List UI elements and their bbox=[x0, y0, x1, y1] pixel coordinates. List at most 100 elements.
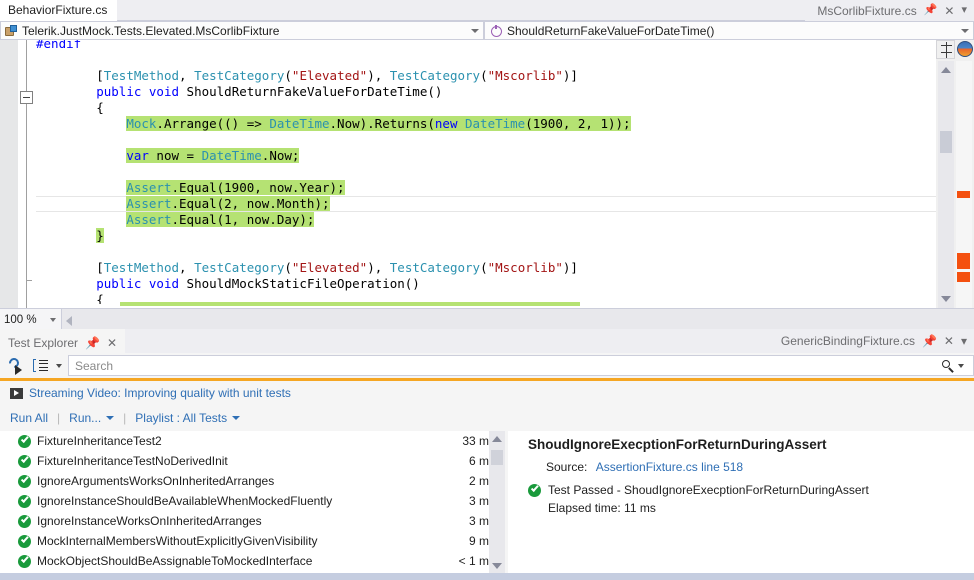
fold-collapse-button[interactable] bbox=[20, 91, 33, 104]
scroll-down-icon[interactable] bbox=[941, 296, 951, 302]
editor-fold-margin[interactable] bbox=[18, 40, 36, 308]
annotation-mark[interactable] bbox=[957, 253, 970, 269]
code-line: { bbox=[36, 100, 936, 116]
code-token: void bbox=[148, 276, 180, 291]
code-token: ShouldMockStaticFileOperation() bbox=[179, 276, 420, 291]
code-token: )] bbox=[562, 260, 578, 275]
test-results-list[interactable]: FixtureInheritanceTest2 33 ms FixtureInher… bbox=[0, 431, 505, 574]
code-token: ), bbox=[367, 68, 390, 83]
code-editor[interactable]: #endif [TestMethod, TestCategory("Elevat… bbox=[0, 40, 974, 308]
code-token: "Mscorlib" bbox=[487, 68, 563, 83]
run-button[interactable]: Run... bbox=[69, 411, 101, 425]
tab-test-explorer[interactable]: Test Explorer 📌 ✕ bbox=[0, 329, 126, 353]
search-input[interactable]: Search bbox=[68, 355, 974, 376]
member-scope-dropdown[interactable]: ShouldReturnFakeValueForDateTime() bbox=[484, 21, 974, 40]
editor-annotation-bar[interactable] bbox=[956, 61, 972, 308]
run-tests-icon[interactable] bbox=[6, 355, 28, 375]
annotation-mark[interactable] bbox=[957, 191, 970, 198]
code-line: Assert.Equal(1900, now.Year); bbox=[36, 180, 936, 196]
zoom-level-dropdown[interactable]: 100 % bbox=[0, 309, 62, 330]
code-token: [ bbox=[96, 260, 104, 275]
code-token: .Equal(1, now.Day); bbox=[171, 212, 315, 227]
annotation-mark[interactable] bbox=[957, 272, 970, 282]
group-by-chevron-down-icon[interactable] bbox=[56, 363, 62, 368]
pin-icon[interactable]: 📌 bbox=[924, 5, 938, 16]
search-icon[interactable] bbox=[941, 359, 955, 373]
editor-tab-behaviorfixture[interactable]: BehaviorFixture.cs bbox=[0, 0, 118, 21]
code-token: ( bbox=[480, 68, 488, 83]
detail-elapsed-text: Elapsed time: 11 ms bbox=[548, 501, 656, 515]
tab-generic-binding-fixture[interactable]: GenericBindingFixture.cs 📌 ✕ ▾ bbox=[774, 329, 974, 353]
code-token: { bbox=[96, 292, 104, 304]
promo-banner[interactable]: Streaming Video: Improving quality with … bbox=[0, 381, 974, 405]
group-by-icon[interactable] bbox=[32, 358, 52, 374]
search-chevron-down-icon[interactable] bbox=[958, 363, 964, 368]
chevron-down-icon[interactable]: ▾ bbox=[961, 334, 967, 348]
code-token: [ bbox=[96, 68, 104, 83]
code-token: DateTime bbox=[201, 148, 262, 163]
chevron-down-icon[interactable] bbox=[471, 28, 479, 33]
run-all-button[interactable]: Run All bbox=[10, 411, 48, 425]
code-token: .Now; bbox=[261, 148, 300, 163]
member-scope-label: ShouldReturnFakeValueForDateTime() bbox=[507, 23, 715, 38]
scroll-down-icon[interactable] bbox=[492, 563, 502, 569]
test-list-item[interactable]: FixtureInheritanceTestNoDerivedInit 6 ms bbox=[0, 451, 505, 471]
chevron-down-icon[interactable] bbox=[961, 28, 969, 33]
code-text[interactable]: #endif [TestMethod, TestCategory("Elevat… bbox=[36, 40, 936, 304]
passed-icon bbox=[18, 534, 31, 548]
passed-icon bbox=[18, 514, 31, 528]
code-token: ShouldReturnFakeValueForDateTime() bbox=[179, 84, 443, 99]
test-list-item[interactable]: FixtureInheritanceTest2 33 ms bbox=[0, 431, 505, 451]
code-token: "Elevated" bbox=[291, 260, 368, 275]
visual-studio-orb-icon[interactable] bbox=[957, 41, 973, 57]
detail-source-link[interactable]: AssertionFixture.cs line 518 bbox=[596, 460, 743, 474]
run-chevron-down-icon[interactable] bbox=[106, 416, 115, 420]
test-explorer-toolbar: Search bbox=[0, 353, 974, 378]
close-icon[interactable]: ✕ bbox=[944, 334, 954, 348]
editor-tab-mscorlibfixture[interactable]: MsCorlibFixture.cs 📌 ✕ ▾ bbox=[805, 0, 974, 21]
pin-icon[interactable]: 📌 bbox=[922, 334, 937, 348]
test-list-scrollbar[interactable] bbox=[489, 431, 505, 574]
separator: | bbox=[123, 411, 127, 425]
editor-tab-strip: BehaviorFixture.cs MsCorlibFixture.cs 📌 … bbox=[0, 0, 974, 21]
test-list-item[interactable]: IgnoreInstanceShouldBeAvailableWhenMocke… bbox=[0, 491, 505, 511]
playlist-chevron-down-icon[interactable] bbox=[232, 416, 241, 420]
code-token: .Equal(1900, now.Year); bbox=[171, 180, 345, 195]
code-token: Assert bbox=[126, 212, 172, 227]
code-token: TestMethod bbox=[103, 260, 180, 275]
passed-icon bbox=[18, 554, 31, 568]
code-line: #endif bbox=[36, 40, 936, 52]
close-icon[interactable]: ✕ bbox=[944, 5, 954, 17]
test-list-item[interactable]: MockObjectShouldBeAssignableToMockedInte… bbox=[0, 551, 505, 571]
chevron-down-icon[interactable] bbox=[50, 317, 56, 322]
type-scope-dropdown[interactable]: Telerik.JustMock.Tests.Elevated.MsCorlib… bbox=[0, 21, 484, 40]
chevron-down-icon[interactable]: ▾ bbox=[961, 5, 967, 16]
code-token: #endif bbox=[36, 40, 82, 51]
pin-icon[interactable]: 📌 bbox=[85, 336, 100, 350]
test-list-item[interactable]: IgnoreArgumentsWorksOnInheritedArranges 2… bbox=[0, 471, 505, 491]
scroll-up-icon[interactable] bbox=[941, 67, 951, 73]
scroll-up-icon[interactable] bbox=[492, 436, 502, 442]
editor-vertical-scrollbar[interactable] bbox=[938, 61, 954, 308]
code-token: , bbox=[179, 260, 195, 275]
scrollbar-thumb[interactable] bbox=[940, 131, 952, 153]
test-name: IgnoreInstanceShouldBeAvailableWhenMocke… bbox=[37, 494, 333, 508]
promo-link[interactable]: Streaming Video: Improving quality with … bbox=[29, 386, 291, 400]
split-editor-icon[interactable] bbox=[936, 40, 955, 59]
close-icon[interactable]: ✕ bbox=[107, 336, 117, 350]
play-icon[interactable] bbox=[10, 387, 23, 399]
separator: | bbox=[57, 411, 61, 425]
playlist-button[interactable]: Playlist : All Tests bbox=[135, 411, 227, 425]
test-list-item[interactable]: MockInternalMembersWithoutExplicitlyGive… bbox=[0, 531, 505, 551]
scrollbar-thumb[interactable] bbox=[491, 450, 503, 465]
code-token: now = bbox=[148, 148, 202, 163]
scroll-left-icon[interactable] bbox=[66, 316, 72, 326]
fold-tick bbox=[26, 280, 32, 281]
test-list-item[interactable]: IgnoreInstanceWorksOnInheritedArranges 3 … bbox=[0, 511, 505, 531]
code-line: [TestMethod, TestCategory("Elevated"), T… bbox=[36, 260, 936, 276]
